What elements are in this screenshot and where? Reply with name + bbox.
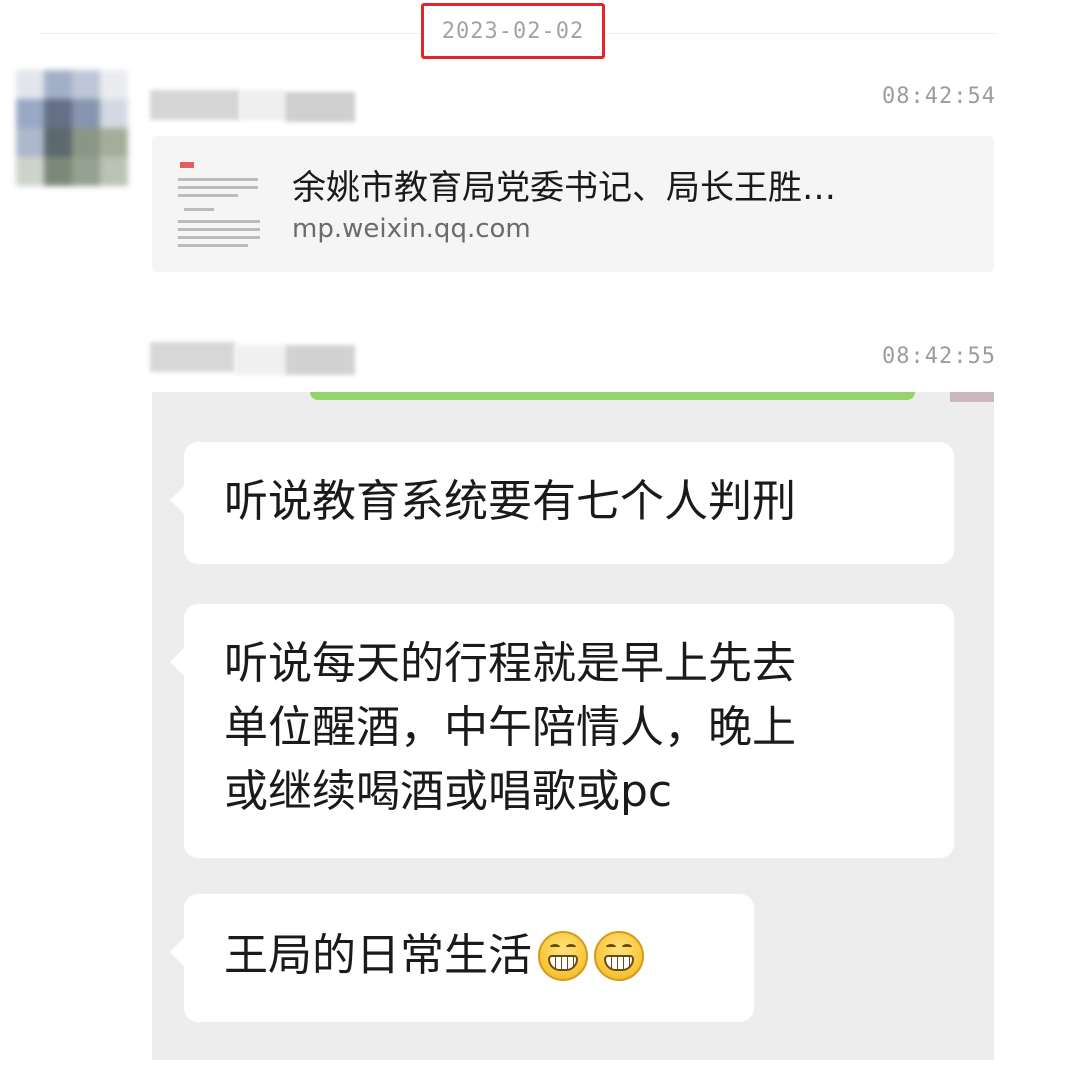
sender-name-redacted [285,92,355,122]
bubble-text-line: 或继续喝酒或唱歌或pc [224,766,673,817]
sender-name-redacted [285,345,355,375]
sender-name-redacted [150,342,235,372]
cropped-bubble-edge [310,392,915,400]
date-label: 2023-02-02 [441,18,585,44]
shared-link-card[interactable]: 余姚市教育局党委书记、局长王胜… mp.weixin.qq.com [152,136,994,272]
message-timestamp: 08:42:54 [882,84,996,109]
grin-emoji-icon [538,931,588,981]
bubble-text-line: 单位醒酒，中午陪情人，晚上 [224,702,796,753]
divider-line-left [40,33,420,34]
bubble-text: 听说教育系统要有七个人判刑 [224,476,796,527]
grin-emoji-icon [594,931,644,981]
chat-bubble: 听说教育系统要有七个人判刑 [170,442,954,564]
divider-line-right [606,33,996,34]
shared-chat-screenshot[interactable]: 听说教育系统要有七个人判刑 听说每天的行程就是早上先去 单位醒酒，中午陪情人，晚… [152,392,994,1060]
avatar[interactable] [16,70,128,186]
date-highlight-box: 2023-02-02 [421,3,605,59]
date-divider: 2023-02-02 [0,0,1080,64]
sender-name-redacted [235,345,285,375]
sender-name-redacted [150,90,240,120]
link-source: mp.weixin.qq.com [292,214,531,244]
sender-name-redacted [240,90,285,120]
link-title: 余姚市教育局党委书记、局长王胜… [292,168,836,208]
bubble-text: 王局的日常生活 [224,930,532,981]
bubble-text-line: 听说每天的行程就是早上先去 [224,638,796,689]
chat-bubble: 王局的日常生活 [170,894,754,1022]
cropped-avatar-edge [950,392,994,402]
message-timestamp: 08:42:55 [882,344,996,369]
article-thumbnail [178,162,268,252]
chat-bubble: 听说每天的行程就是早上先去 单位醒酒，中午陪情人，晚上 或继续喝酒或唱歌或pc [170,604,954,858]
